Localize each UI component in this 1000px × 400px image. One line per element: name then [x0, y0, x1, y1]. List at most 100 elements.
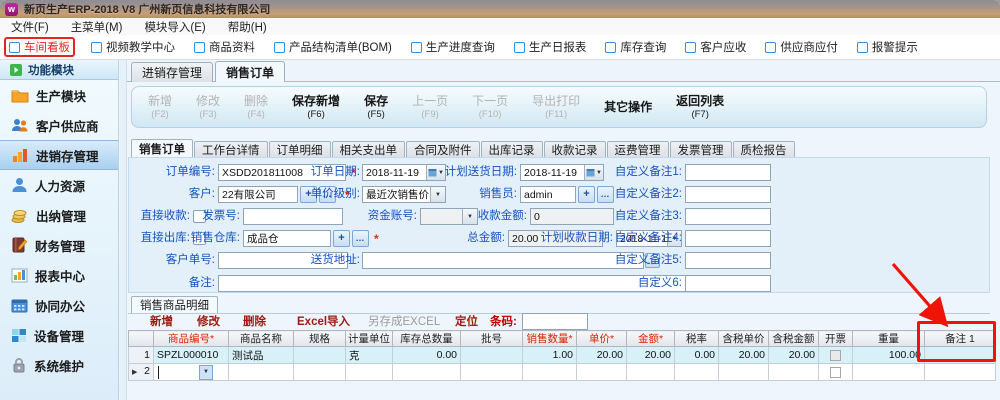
receipt-amount-input[interactable] — [530, 208, 614, 225]
quick-item-receivable[interactable]: 客户应收 — [682, 38, 749, 56]
col-tax-price[interactable]: 含税单价 — [719, 331, 769, 347]
cell-tax-rate[interactable]: 0.00 — [675, 347, 719, 364]
cell-price[interactable] — [577, 364, 627, 381]
quick-item-video-center[interactable]: 视频教学中心 — [88, 38, 178, 56]
invoice-no-input[interactable] — [243, 208, 343, 225]
cell-sale-qty[interactable]: 1.00 — [523, 347, 577, 364]
tab-order-lines[interactable]: 订单明细 — [269, 141, 331, 158]
cell-name[interactable]: 测试品 — [229, 347, 294, 364]
cell-code-editing[interactable]: ▼ — [154, 364, 229, 381]
cell-stock-qty[interactable]: 0.00 — [393, 347, 461, 364]
cell-tax-amount[interactable]: 20.00 — [769, 347, 819, 364]
warehouse-input[interactable] — [243, 230, 331, 247]
sidebar-item-equipment[interactable]: 设备管理 — [0, 320, 118, 350]
col-spec[interactable]: 规格 — [294, 331, 346, 347]
sidebar-item-office[interactable]: 协同办公 — [0, 290, 118, 320]
cell-sale-qty[interactable] — [523, 364, 577, 381]
invoiced-checkbox[interactable] — [830, 350, 841, 361]
cell-weight[interactable] — [853, 364, 925, 381]
menu-file[interactable]: 文件(F) — [0, 19, 60, 35]
delivery-address-input[interactable] — [362, 252, 644, 269]
col-weight[interactable]: 重量 — [853, 331, 925, 347]
customer-input[interactable] — [218, 186, 298, 203]
menu-module-import[interactable]: 模块导入(E) — [133, 19, 216, 35]
cell-tax-price[interactable]: 20.00 — [719, 347, 769, 364]
next-page-button[interactable]: 下一页(F10) — [472, 94, 508, 121]
warehouse-lookup-button[interactable]: … — [352, 230, 369, 247]
quick-item-production-progress[interactable]: 生产进度查询 — [408, 38, 498, 56]
cell-spec[interactable] — [294, 364, 346, 381]
col-batch[interactable]: 批号 — [461, 331, 523, 347]
tab-contract-attachment[interactable]: 合同及附件 — [406, 141, 480, 158]
cell-spec[interactable] — [294, 347, 346, 364]
custom5-input[interactable] — [685, 252, 771, 269]
grid-edit-button[interactable]: 修改 — [197, 315, 220, 330]
cell-batch[interactable] — [461, 364, 523, 381]
sidebar-item-system-maintenance[interactable]: 系统维护 — [0, 350, 118, 380]
tab-related-expense[interactable]: 相关支出单 — [332, 141, 406, 158]
cell-stock-qty[interactable] — [393, 364, 461, 381]
chevron-down-icon[interactable]: ▼ — [430, 187, 445, 202]
quick-item-workshop-board[interactable]: 车间看板 — [4, 37, 75, 57]
sidebar-item-customers-suppliers[interactable]: 客户供应商 — [0, 110, 118, 140]
export-print-button[interactable]: 导出打印(F11) — [532, 94, 580, 121]
cell-unit[interactable] — [346, 364, 393, 381]
tab-freight[interactable]: 运费管理 — [607, 141, 669, 158]
checkbox-icon[interactable] — [411, 42, 422, 53]
checkbox-icon[interactable] — [605, 42, 616, 53]
checkbox-icon[interactable] — [9, 42, 20, 53]
menu-help[interactable]: 帮助(H) — [217, 19, 278, 35]
order-date-picker[interactable]: 2018-11-19 ▼ — [362, 164, 446, 181]
warehouse-add-button[interactable]: + — [333, 230, 350, 247]
cell-weight[interactable]: 100.00 — [853, 347, 925, 364]
grid-add-button[interactable]: 新增 — [150, 315, 173, 330]
calendar-icon[interactable]: ▼ — [584, 165, 603, 180]
invoiced-checkbox[interactable] — [830, 367, 841, 378]
checkbox-icon[interactable] — [514, 42, 525, 53]
other-actions-button[interactable]: 其它操作 — [604, 100, 652, 115]
col-tax-rate[interactable]: 税率 — [675, 331, 719, 347]
custom1-input[interactable] — [685, 164, 771, 181]
col-row-selector[interactable] — [129, 331, 154, 347]
quick-item-goods-data[interactable]: 商品资料 — [191, 38, 258, 56]
checkbox-icon[interactable] — [91, 42, 102, 53]
tab-sales-order[interactable]: 销售订单 — [215, 61, 285, 82]
tab-sales-order-detail[interactable]: 销售订单 — [131, 139, 193, 158]
tab-outbound-records[interactable]: 出库记录 — [481, 141, 543, 158]
col-price[interactable]: 单价* — [577, 331, 627, 347]
custom2-input[interactable] — [685, 186, 771, 203]
plan-delivery-date-picker[interactable]: 2018-11-19 ▼ — [520, 164, 604, 181]
table-row[interactable]: ▶2 ▼ — [129, 364, 996, 381]
cell-remark1[interactable] — [925, 364, 996, 381]
checkbox-icon[interactable] — [194, 42, 205, 53]
tab-quality-report[interactable]: 质检报告 — [733, 141, 795, 158]
salesman-add-button[interactable]: + — [578, 186, 595, 203]
back-to-list-button[interactable]: 返回列表(F7) — [676, 94, 724, 121]
edit-button[interactable]: 修改(F3) — [196, 94, 220, 121]
sidebar-item-reports[interactable]: 报表中心 — [0, 260, 118, 290]
cell-amount[interactable]: 20.00 — [627, 347, 675, 364]
checkbox-icon[interactable] — [765, 42, 776, 53]
checkbox-icon[interactable] — [857, 42, 868, 53]
table-row[interactable]: 1 SPZL000010 测试品 克 0.00 1.00 20.00 20.00… — [129, 347, 996, 364]
cell-amount[interactable] — [627, 364, 675, 381]
salesman-input[interactable] — [520, 186, 576, 203]
sidebar-item-inventory[interactable]: 进销存管理 — [0, 140, 118, 170]
col-amount[interactable]: 金额* — [627, 331, 675, 347]
checkbox-icon[interactable] — [685, 42, 696, 53]
sidebar-item-hr[interactable]: 人力资源 — [0, 170, 118, 200]
quick-item-alert[interactable]: 报警提示 — [854, 38, 921, 56]
col-tax-amount[interactable]: 含税金额 — [769, 331, 819, 347]
prev-page-button[interactable]: 上一页(F9) — [412, 94, 448, 121]
barcode-input[interactable] — [522, 313, 588, 330]
price-level-select[interactable]: 最近次销售价 ▼ — [362, 186, 446, 203]
checkbox-icon[interactable] — [274, 42, 285, 53]
grid-excel-import-button[interactable]: Excel导入 — [297, 315, 350, 330]
custom4-input[interactable] — [685, 230, 771, 247]
quick-item-daily-report[interactable]: 生产日报表 — [511, 38, 590, 56]
col-invoiced[interactable]: 开票 — [819, 331, 853, 347]
col-stock-qty[interactable]: 库存总数量 — [393, 331, 461, 347]
cell-code[interactable]: SPZL000010 — [154, 347, 229, 364]
tab-inventory-module[interactable]: 进销存管理 — [131, 62, 213, 82]
cell-tax-price[interactable] — [719, 364, 769, 381]
